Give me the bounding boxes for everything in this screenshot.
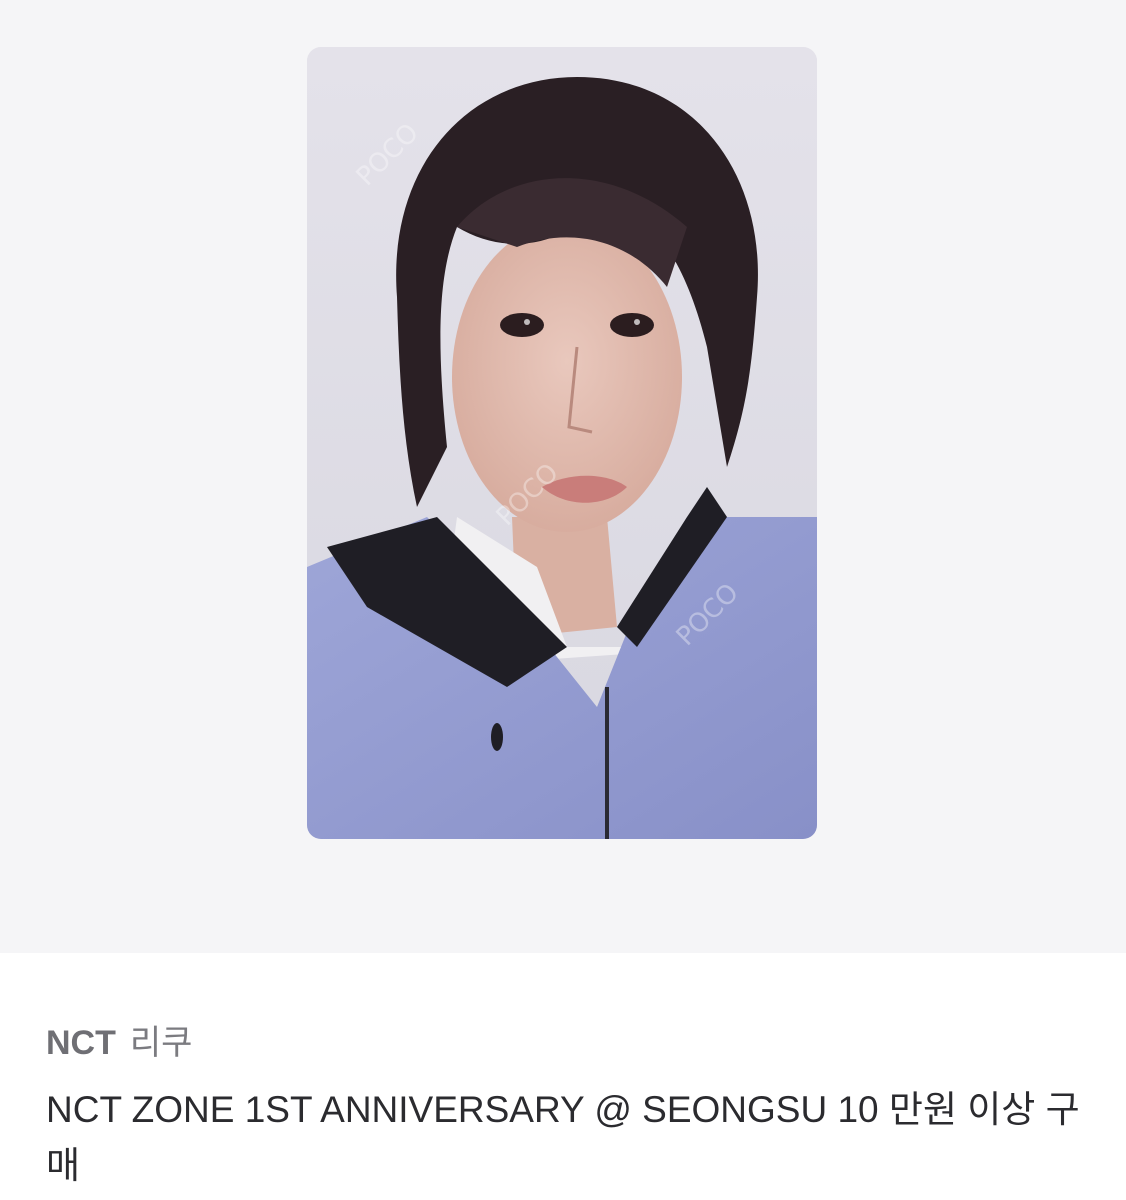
product-photocard-image[interactable]: POCO POCO POCO [307, 47, 817, 839]
listing-title: NCT ZONE 1ST ANNIVERSARY @ SEONGSU 10 만원… [46, 1089, 1080, 1186]
group-name[interactable]: NCT [46, 1024, 116, 1062]
artist-line: NCT 리쿠 [46, 1021, 192, 1065]
product-image-area: POCO POCO POCO [0, 0, 1126, 953]
member-name[interactable]: 리쿠 [130, 1024, 193, 1062]
photocard-illustration: POCO POCO POCO [307, 47, 817, 839]
